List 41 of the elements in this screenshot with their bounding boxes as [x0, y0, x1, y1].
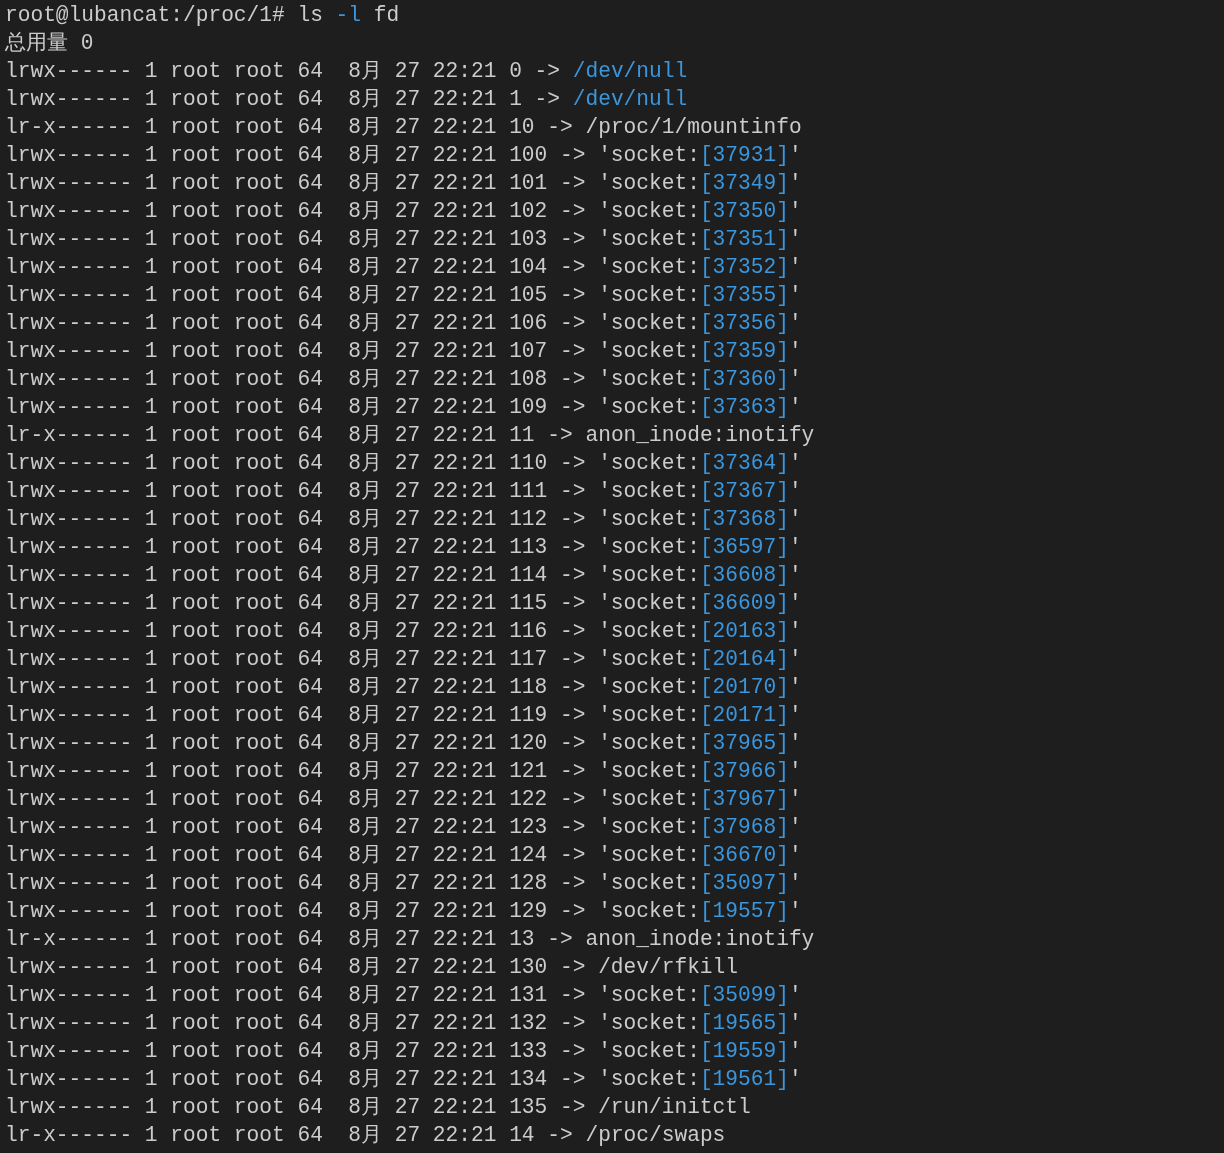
listing-line: lr-x------ 1 root root 64 8月 27 22:21 10 -> /proc/1/mountinfo: [5, 114, 802, 141]
listing-line: lrwx------ 1 root root 64 8月 27 22:21 133 -> 'socket:[19559]': [5, 1038, 802, 1065]
listing-line: lrwx------ 1 root root 64 8月 27 22:21 111 -> 'socket:[37367]': [5, 478, 802, 505]
listing-line: lrwx------ 1 root root 64 8月 27 22:21 102 -> 'socket:[37350]': [5, 198, 802, 225]
listing-line: lrwx------ 1 root root 64 8月 27 22:21 124 -> 'socket:[36670]': [5, 842, 802, 869]
listing-line: lrwx------ 1 root root 64 8月 27 22:21 100 -> 'socket:[37931]': [5, 142, 802, 169]
listing-line: lrwx------ 1 root root 64 8月 27 22:21 120 -> 'socket:[37965]': [5, 730, 802, 757]
listing-line: lrwx------ 1 root root 64 8月 27 22:21 128 -> 'socket:[35097]': [5, 870, 802, 897]
listing-line: lr-x------ 1 root root 64 8月 27 22:21 11 -> anon_inode:inotify: [5, 422, 815, 449]
listing-line: lrwx------ 1 root root 64 8月 27 22:21 1 -> /dev/null: [5, 86, 688, 113]
listing-line: lrwx------ 1 root root 64 8月 27 22:21 105 -> 'socket:[37355]': [5, 282, 802, 309]
listing-line: lrwx------ 1 root root 64 8月 27 22:21 110 -> 'socket:[37364]': [5, 450, 802, 477]
listing-line: lrwx------ 1 root root 64 8月 27 22:21 130 -> /dev/rfkill: [5, 954, 739, 981]
listing-line: lrwx------ 1 root root 64 8月 27 22:21 129 -> 'socket:[19557]': [5, 898, 802, 925]
listing-line: lrwx------ 1 root root 64 8月 27 22:21 115 -> 'socket:[36609]': [5, 590, 802, 617]
listing-line: lrwx------ 1 root root 64 8月 27 22:21 112 -> 'socket:[37368]': [5, 506, 802, 533]
listing-line: lr-x------ 1 root root 64 8月 27 22:21 13 -> anon_inode:inotify: [5, 926, 815, 953]
listing-line: lrwx------ 1 root root 64 8月 27 22:21 104 -> 'socket:[37352]': [5, 254, 802, 281]
listing-line: lrwx------ 1 root root 64 8月 27 22:21 134 -> 'socket:[19561]': [5, 1066, 802, 1093]
listing-line: lrwx------ 1 root root 64 8月 27 22:21 107 -> 'socket:[37359]': [5, 338, 802, 365]
listing-line: lrwx------ 1 root root 64 8月 27 22:21 0 -> /dev/null: [5, 58, 688, 85]
listing-line: lrwx------ 1 root root 64 8月 27 22:21 121 -> 'socket:[37966]': [5, 758, 802, 785]
listing-line: lr-x------ 1 root root 64 8月 27 22:21 14 -> /proc/swaps: [5, 1122, 726, 1149]
listing-line: lrwx------ 1 root root 64 8月 27 22:21 117 -> 'socket:[20164]': [5, 646, 802, 673]
listing-line: lrwx------ 1 root root 64 8月 27 22:21 118 -> 'socket:[20170]': [5, 674, 802, 701]
listing-line: lrwx------ 1 root root 64 8月 27 22:21 132 -> 'socket:[19565]': [5, 1010, 802, 1037]
listing-line: lrwx------ 1 root root 64 8月 27 22:21 119 -> 'socket:[20171]': [5, 702, 802, 729]
listing-line: lrwx------ 1 root root 64 8月 27 22:21 113 -> 'socket:[36597]': [5, 534, 802, 561]
listing-line: lrwx------ 1 root root 64 8月 27 22:21 131 -> 'socket:[35099]': [5, 982, 802, 1009]
listing-line: lrwx------ 1 root root 64 8月 27 22:21 106 -> 'socket:[37356]': [5, 310, 802, 337]
listing-line: lrwx------ 1 root root 64 8月 27 22:21 103 -> 'socket:[37351]': [5, 226, 802, 253]
listing-line: lrwx------ 1 root root 64 8月 27 22:21 108 -> 'socket:[37360]': [5, 366, 802, 393]
listing-line: lrwx------ 1 root root 64 8月 27 22:21 109 -> 'socket:[37363]': [5, 394, 802, 421]
command-line: root@lubancat:/proc/1# ls -l fd: [5, 2, 400, 29]
listing-line: lrwx------ 1 root root 64 8月 27 22:21 135 -> /run/initctl: [5, 1094, 751, 1121]
output-line: 总用量 0: [5, 30, 94, 57]
listing-line: lrwx------ 1 root root 64 8月 27 22:21 123 -> 'socket:[37968]': [5, 814, 802, 841]
listing-line: lrwx------ 1 root root 64 8月 27 22:21 122 -> 'socket:[37967]': [5, 786, 802, 813]
listing-line: lrwx------ 1 root root 64 8月 27 22:21 114 -> 'socket:[36608]': [5, 562, 802, 589]
listing-line: lrwx------ 1 root root 64 8月 27 22:21 101 -> 'socket:[37349]': [5, 170, 802, 197]
listing-line: lrwx------ 1 root root 64 8月 27 22:21 116 -> 'socket:[20163]': [5, 618, 802, 645]
